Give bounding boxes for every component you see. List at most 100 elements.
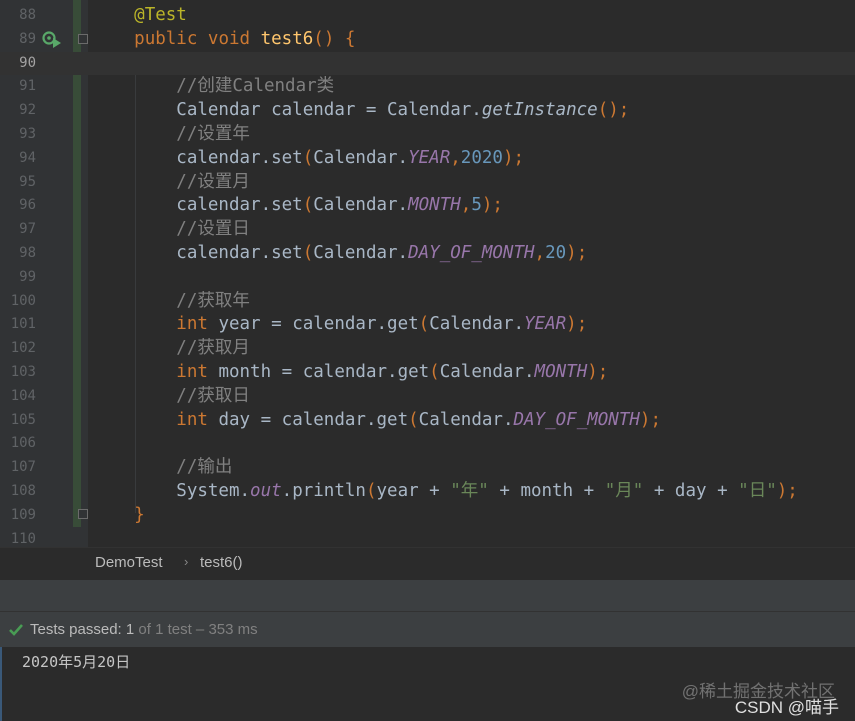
line-number[interactable]: 94 [0, 147, 36, 171]
line-number[interactable]: 98 [0, 242, 36, 266]
line-number[interactable]: 88 [0, 4, 36, 28]
line-number[interactable]: 105 [0, 409, 36, 433]
code-line[interactable]: 96 calendar.set(Calendar.MONTH,5); [0, 194, 855, 218]
panel-divider[interactable] [0, 579, 855, 611]
code-text[interactable]: calendar.set(Calendar.YEAR,2020); [92, 147, 524, 171]
line-number[interactable]: 107 [0, 456, 36, 480]
line-number[interactable]: 100 [0, 290, 36, 314]
code-token: //获取月 [176, 338, 250, 359]
code-token: ( [418, 314, 430, 335]
line-number[interactable]: 96 [0, 194, 36, 218]
line-number[interactable]: 110 [0, 528, 36, 547]
code-line[interactable]: 93 //设置年 [0, 123, 855, 147]
line-number[interactable]: 108 [0, 480, 36, 504]
check-icon [9, 624, 23, 636]
code-token: getInstance [481, 100, 598, 121]
code-line[interactable]: 104 //获取日 [0, 385, 855, 409]
line-number[interactable]: 104 [0, 385, 36, 409]
code-line[interactable]: 88 @Test [0, 4, 855, 28]
code-token: "月" [604, 481, 644, 501]
code-line[interactable]: 98 calendar.set(Calendar.DAY_OF_MONTH,20… [0, 242, 855, 266]
code-line[interactable]: 103 int month = calendar.get(Calendar.MO… [0, 361, 855, 385]
code-line[interactable]: 90 [0, 51, 855, 76]
code-text[interactable]: //获取日 [92, 385, 250, 409]
code-text[interactable]: //获取年 [92, 290, 250, 314]
code-line[interactable]: 110 [0, 528, 855, 547]
run-test-icon[interactable] [42, 30, 62, 50]
code-line[interactable]: 100 //获取年 [0, 290, 855, 314]
code-token: ( [302, 195, 314, 216]
breadcrumb-class[interactable]: DemoTest [95, 554, 163, 571]
code-token: ); [481, 195, 503, 216]
line-number[interactable]: 90 [0, 52, 36, 76]
line-number[interactable]: 92 [0, 99, 36, 123]
code-text[interactable]: //输出 [92, 456, 232, 480]
code-line[interactable]: 91 //创建Calendar类 [0, 75, 855, 99]
code-token: (); [597, 100, 630, 121]
code-text[interactable]: Calendar calendar = Calendar.getInstance… [92, 99, 629, 123]
code-line[interactable]: 101 int year = calendar.get(Calendar.YEA… [0, 313, 855, 337]
code-text[interactable]: //设置年 [92, 123, 250, 147]
code-token: Calendar. [313, 195, 409, 216]
code-text[interactable]: calendar.set(Calendar.DAY_OF_MONTH,20); [92, 242, 587, 266]
code-text[interactable]: //设置日 [92, 218, 250, 242]
code-token: MONTH [408, 195, 461, 216]
line-number[interactable]: 89 [0, 28, 36, 52]
line-number[interactable]: 106 [0, 432, 36, 456]
code-text[interactable]: calendar.set(Calendar.MONTH,5); [92, 194, 503, 218]
line-number[interactable]: 95 [0, 171, 36, 195]
fold-marker-icon[interactable] [78, 509, 88, 519]
code-token: ); [502, 147, 525, 168]
code-text[interactable]: int day = calendar.get(Calendar.DAY_OF_M… [92, 409, 661, 433]
code-line[interactable]: 89 public void test6() { [0, 28, 855, 52]
line-number[interactable]: 91 [0, 75, 36, 99]
code-line[interactable]: 106 [0, 432, 855, 456]
code-token: YEAR [408, 147, 451, 168]
fold-marker-icon[interactable] [78, 34, 88, 44]
code-line[interactable]: 105 int day = calendar.get(Calendar.DAY_… [0, 409, 855, 433]
console-output[interactable]: 2020年5月20日 @稀土掘金技术社区 CSDN @喵手 [0, 647, 855, 721]
code-token: ); [639, 409, 661, 430]
line-number[interactable]: 93 [0, 123, 36, 147]
code-line[interactable]: 108 System.out.println(year + "年" + mont… [0, 480, 855, 504]
code-token: ( [302, 147, 314, 168]
code-text[interactable]: @Test [92, 4, 187, 28]
line-number[interactable]: 103 [0, 361, 36, 385]
code-line[interactable]: 107 //输出 [0, 456, 855, 480]
code-token: //获取日 [176, 385, 250, 406]
line-number[interactable]: 97 [0, 218, 36, 242]
code-text[interactable]: //创建Calendar类 [92, 75, 334, 99]
code-token: } [134, 504, 145, 525]
code-editor[interactable]: 88 @Test 89 public void test6() {90 91 //创… [0, 0, 855, 547]
code-text[interactable]: int month = calendar.get(Calendar.MONTH)… [92, 361, 608, 385]
code-token: //输出 [176, 457, 233, 478]
code-text[interactable]: int year = calendar.get(Calendar.YEAR); [92, 313, 587, 337]
line-number[interactable]: 109 [0, 504, 36, 528]
code-text[interactable]: //设置月 [92, 171, 250, 195]
code-line[interactable]: 92 Calendar calendar = Calendar.getInsta… [0, 99, 855, 123]
breadcrumb-method[interactable]: test6() [200, 554, 243, 571]
code-line[interactable]: 95 //设置月 [0, 171, 855, 195]
code-line[interactable]: 97 //设置日 [0, 218, 855, 242]
code-token: ( [302, 243, 314, 263]
breadcrumb: DemoTest › test6() [0, 547, 855, 579]
code-line[interactable]: 109 } [0, 504, 855, 528]
line-number[interactable]: 102 [0, 337, 36, 361]
code-line[interactable]: 94 calendar.set(Calendar.YEAR,2020); [0, 147, 855, 171]
code-line[interactable]: 102 //获取月 [0, 337, 855, 361]
code-line[interactable]: 99 [0, 266, 855, 290]
code-text[interactable]: //获取月 [92, 337, 250, 361]
code-token: DAY_OF_MONTH [408, 243, 535, 263]
line-number[interactable]: 99 [0, 266, 36, 290]
code-text[interactable]: public void test6() { [92, 28, 355, 52]
code-text[interactable]: } [92, 504, 145, 528]
code-text[interactable]: System.out.println(year + "年" + month + … [92, 480, 798, 504]
line-number[interactable]: 101 [0, 313, 36, 337]
